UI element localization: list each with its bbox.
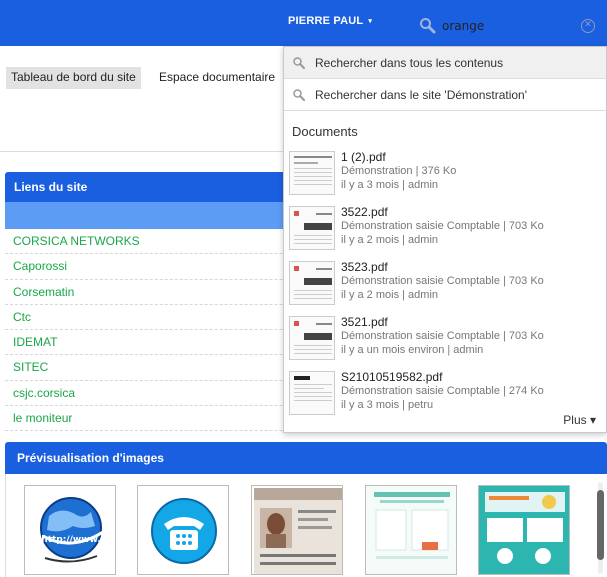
- search-icon: [292, 88, 306, 102]
- document-meta: Démonstration saisie Comptable | 274 Ko: [341, 385, 544, 397]
- search-input[interactable]: [442, 19, 562, 33]
- document-time: il y a 3 mois | admin: [341, 179, 439, 191]
- telephone-thumbnail[interactable]: [137, 485, 229, 575]
- identity-card-thumbnail[interactable]: [251, 485, 343, 575]
- document-title: 3522.pdf: [341, 205, 388, 219]
- user-name: PIERRE PAUL: [288, 15, 364, 27]
- document-title: 3523.pdf: [341, 260, 388, 274]
- document-meta: Démonstration saisie Comptable | 703 Ko: [341, 330, 544, 342]
- pdf-thumbnail: [289, 206, 335, 250]
- search-icon: [292, 56, 306, 70]
- document-meta: Démonstration saisie Comptable | 703 Ko: [341, 275, 544, 287]
- image-preview-title: Prévisualisation d'images: [5, 442, 607, 474]
- documents-section-title: Documents: [292, 124, 358, 139]
- document-result[interactable]: S21010519582.pdf Démonstration saisie Co…: [289, 370, 599, 420]
- document-meta: Démonstration saisie Comptable | 703 Ko: [341, 220, 544, 232]
- pdf-thumbnail: [289, 151, 335, 195]
- option-label: Rechercher dans le site 'Démonstration': [315, 87, 528, 102]
- document-meta: Démonstration | 376 Ko: [341, 165, 457, 177]
- search-all-content-option[interactable]: Rechercher dans tous les contenus: [284, 47, 606, 79]
- pdf-thumbnail: [289, 371, 335, 415]
- document-title: S21010519582.pdf: [341, 370, 443, 384]
- user-menu[interactable]: PIERRE PAUL ▾: [288, 15, 372, 27]
- search-results-dropdown: Rechercher dans tous les contenus Recher…: [283, 46, 607, 433]
- clear-search-icon[interactable]: ✕: [581, 19, 595, 33]
- document-result[interactable]: 3521.pdf Démonstration saisie Comptable …: [289, 315, 599, 365]
- flyer-preview-thumbnail[interactable]: [478, 485, 570, 575]
- image-preview-panel: Prévisualisation d'images http://www.: [5, 442, 607, 577]
- thumbnails-scrollbar[interactable]: [596, 482, 605, 574]
- document-result[interactable]: 3523.pdf Démonstration saisie Comptable …: [289, 260, 599, 310]
- pdf-thumbnail: [289, 261, 335, 305]
- document-time: il y a 2 mois | admin: [341, 289, 439, 301]
- search-icon: [418, 16, 438, 36]
- tab-document-space[interactable]: Espace documentaire: [154, 67, 280, 89]
- top-bar: PIERRE PAUL ▾ ✕: [0, 0, 607, 46]
- document-time: il y a un mois environ | admin: [341, 344, 484, 356]
- document-result[interactable]: 3522.pdf Démonstration saisie Comptable …: [289, 205, 599, 255]
- chevron-down-icon: ▾: [368, 18, 373, 25]
- document-time: il y a 3 mois | petru: [341, 399, 434, 411]
- more-results-button[interactable]: Plus ▾: [563, 413, 596, 427]
- document-title: 1 (2).pdf: [341, 150, 386, 164]
- document-result[interactable]: 1 (2).pdf Démonstration | 376 Ko il y a …: [289, 150, 599, 200]
- document-preview-thumbnail[interactable]: [365, 485, 457, 575]
- scrollbar-handle[interactable]: [597, 490, 604, 560]
- document-time: il y a 2 mois | admin: [341, 234, 439, 246]
- search-box[interactable]: ✕: [418, 14, 600, 38]
- www-glyph: http://www.: [41, 535, 100, 545]
- image-thumbnails: http://www.: [5, 474, 607, 577]
- search-in-site-option[interactable]: Rechercher dans le site 'Démonstration': [284, 79, 606, 111]
- pdf-thumbnail: [289, 316, 335, 360]
- option-label: Rechercher dans tous les contenus: [315, 55, 504, 70]
- tab-dashboard[interactable]: Tableau de bord du site: [6, 67, 141, 89]
- document-title: 3521.pdf: [341, 315, 388, 329]
- globe-www-thumbnail[interactable]: http://www.: [24, 485, 116, 575]
